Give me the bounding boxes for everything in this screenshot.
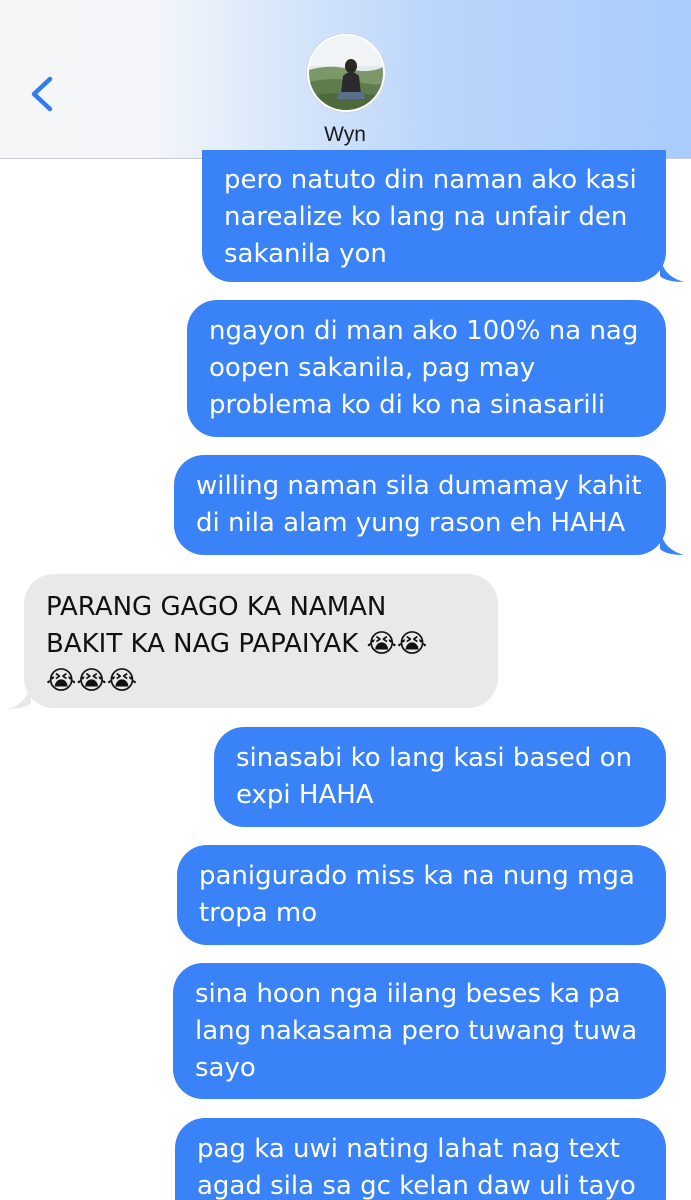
message-bubble-sent[interactable]: sinasabi ko lang kasi based on expi HAHA: [214, 727, 666, 827]
message-bubble-sent[interactable]: sina hoon nga iilang beses ka pa lang na…: [173, 963, 666, 1099]
message-bubble-sent[interactable]: pag ka uwi nating lahat nag text agad si…: [175, 1118, 666, 1200]
contact-name: Wyn: [324, 123, 366, 146]
bubble-tail: [7, 683, 31, 709]
bubble-tail: [660, 529, 684, 555]
bubble-tail: [660, 256, 684, 282]
back-button[interactable]: [18, 66, 66, 122]
message-bubble-sent[interactable]: panigurado miss ka na nung mga tropa mo: [177, 845, 666, 945]
message-bubble-received[interactable]: PARANG GAGO KA NAMAN BAKIT KA NAG PAPAIY…: [24, 574, 498, 708]
conversation-header: Wyn: [0, 0, 691, 159]
message-bubble-sent[interactable]: pero natuto din naman ako kasi narealize…: [202, 150, 666, 282]
contact-avatar[interactable]: [307, 34, 385, 112]
chevron-left-icon: [31, 76, 53, 112]
message-bubble-sent[interactable]: willing naman sila dumamay kahit di nila…: [174, 455, 666, 555]
profile-photo-icon: [309, 36, 383, 110]
message-bubble-sent[interactable]: ngayon di man ako 100% na nag oopen saka…: [187, 300, 666, 437]
